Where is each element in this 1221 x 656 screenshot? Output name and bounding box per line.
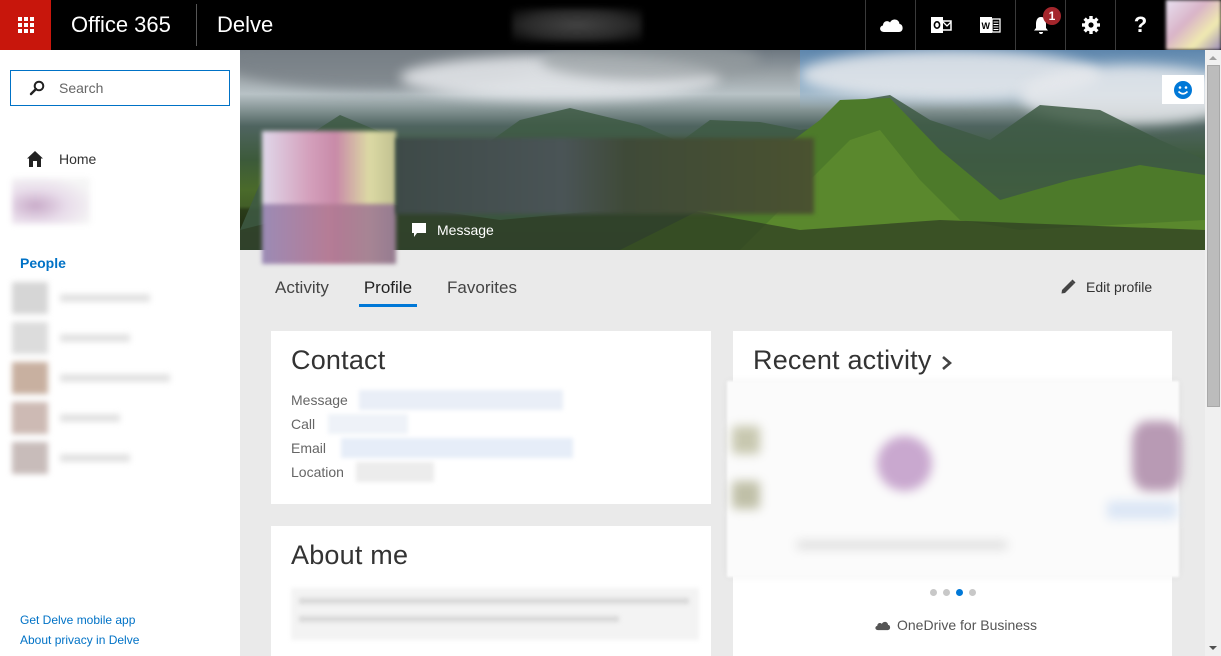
top-bar-icons: W 1 ? — [865, 0, 1165, 50]
home-icon — [27, 151, 43, 167]
contact-card: Contact Message Call Email Location — [271, 331, 711, 504]
settings-button[interactable] — [1065, 0, 1115, 50]
contact-title: Contact — [291, 345, 386, 375]
recent-activity-link[interactable]: Recent activity — [753, 345, 954, 376]
person-item-redacted[interactable] — [12, 400, 182, 436]
contact-label: Call — [291, 416, 316, 432]
app-launcher-button[interactable] — [0, 0, 51, 50]
word-button[interactable]: W — [965, 0, 1015, 50]
suite-name[interactable]: Office 365 — [71, 12, 171, 38]
onedrive-label: OneDrive for Business — [897, 617, 1038, 633]
recent-activity-title: Recent activity — [753, 345, 932, 375]
scroll-up-arrow[interactable] — [1209, 56, 1217, 60]
carousel-dot-active[interactable] — [956, 589, 963, 596]
privacy-link[interactable]: About privacy in Delve — [20, 630, 139, 650]
person-item-redacted[interactable] — [12, 280, 182, 316]
chevron-right-icon — [941, 355, 952, 370]
tab-profile[interactable]: Profile — [358, 278, 418, 307]
carousel-pagination — [930, 589, 976, 596]
onedrive-icon — [875, 621, 891, 630]
person-item-redacted[interactable] — [12, 320, 182, 356]
get-mobile-app-link[interactable]: Get Delve mobile app — [20, 610, 139, 630]
help-icon: ? — [1133, 12, 1148, 37]
contact-label: Location — [291, 464, 344, 480]
people-list — [12, 280, 182, 480]
contact-row-call: Call — [291, 412, 408, 436]
profile-name-redacted — [396, 138, 814, 214]
message-button[interactable]: Message — [412, 222, 494, 238]
contact-label: Email — [291, 440, 327, 456]
contact-value-redacted[interactable] — [328, 414, 408, 434]
about-me-card: About me — [271, 526, 711, 656]
sidebar-item-home[interactable]: Home — [26, 150, 96, 168]
search-box[interactable] — [10, 70, 230, 106]
smiley-icon — [1174, 80, 1192, 99]
contact-row-location: Location — [291, 460, 434, 484]
person-item-redacted[interactable] — [12, 360, 182, 396]
scroll-down-arrow[interactable] — [1209, 646, 1217, 650]
profile-photo-redacted — [262, 131, 396, 264]
carousel-dot[interactable] — [930, 589, 937, 596]
about-me-text-redacted — [291, 588, 699, 640]
outlook-icon — [930, 17, 952, 33]
about-me-title: About me — [291, 540, 409, 570]
carousel-dot[interactable] — [943, 589, 950, 596]
notification-count-badge: 1 — [1043, 7, 1061, 25]
notifications-button[interactable]: 1 — [1015, 0, 1065, 50]
top-bar: Office 365 Delve W 1 ? — [0, 0, 1221, 50]
chat-bubble-icon — [412, 222, 426, 237]
gear-icon — [1081, 16, 1100, 34]
sidebar-footer-links: Get Delve mobile app About privacy in De… — [20, 610, 139, 650]
onedrive-source: OneDrive for Business — [874, 617, 1037, 633]
outlook-button[interactable] — [915, 0, 965, 50]
help-button[interactable]: ? — [1115, 0, 1165, 50]
word-icon: W — [980, 17, 1001, 33]
contact-value-redacted[interactable] — [359, 390, 563, 410]
vertical-scrollbar[interactable] — [1205, 50, 1221, 656]
contact-label: Message — [291, 392, 348, 408]
onedrive-icon — [879, 19, 903, 32]
onedrive-button[interactable] — [865, 0, 915, 50]
scroll-thumb[interactable] — [1207, 65, 1220, 407]
carousel-dot[interactable] — [969, 589, 976, 596]
app-name[interactable]: Delve — [217, 12, 273, 38]
edit-profile-label: Edit profile — [1086, 279, 1153, 295]
pencil-icon — [1061, 279, 1076, 294]
search-icon — [29, 80, 45, 96]
recent-activity-carousel-redacted[interactable] — [727, 381, 1182, 577]
edit-profile-button[interactable]: Edit profile — [1060, 279, 1152, 295]
tenant-logo-redacted — [512, 8, 642, 42]
contact-row-message: Message — [291, 388, 563, 412]
person-item-redacted[interactable] — [12, 440, 182, 476]
contact-rows: Message Call Email Location — [291, 388, 573, 484]
contact-value-redacted — [356, 462, 434, 482]
left-navigation: Home People Get Delve mobile app About p… — [0, 50, 240, 656]
message-label: Message — [437, 222, 494, 238]
search-input[interactable] — [59, 80, 209, 96]
tab-favorites[interactable]: Favorites — [447, 278, 517, 306]
waffle-icon — [17, 17, 34, 33]
profile-tabs: Activity Profile Favorites — [275, 278, 552, 307]
contact-row-email: Email — [291, 436, 573, 460]
brand-divider — [196, 4, 197, 46]
sidebar-item-home-label: Home — [59, 151, 97, 167]
people-section-header[interactable]: People — [20, 255, 66, 271]
feedback-button[interactable] — [1162, 75, 1204, 104]
account-avatar[interactable] — [1166, 0, 1221, 50]
svg-text:W: W — [982, 21, 991, 31]
contact-value-redacted[interactable] — [341, 438, 573, 458]
sidebar-item-me-redacted[interactable] — [12, 178, 90, 224]
tab-activity[interactable]: Activity — [275, 278, 329, 306]
